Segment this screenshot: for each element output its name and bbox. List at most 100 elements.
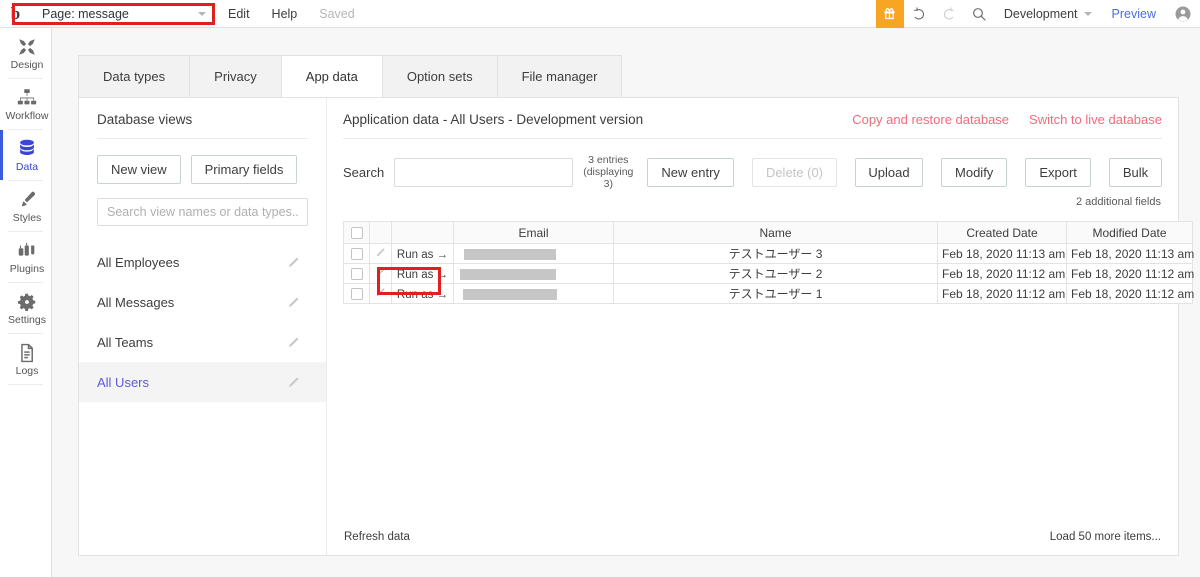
column-name[interactable]: Name [613,221,938,244]
run-as-cell[interactable]: Run as → [391,243,454,264]
views-list: All Employees All Messages All Teams All… [79,242,326,402]
view-item-all-teams[interactable]: All Teams [97,322,308,362]
row-checkbox[interactable] [350,288,363,301]
menu-item-edit[interactable]: Edit [228,7,250,21]
tab-option-sets[interactable]: Option sets [381,55,498,97]
divider [8,384,43,385]
tab-bar: Data types Privacy App data Option sets … [78,55,623,97]
undo-icon[interactable] [904,0,934,28]
rail-item-logs[interactable]: Logs [0,334,51,384]
tab-data-types[interactable]: Data types [78,55,191,97]
email-redaction-bar [464,248,556,260]
primary-fields-button[interactable]: Primary fields [190,155,298,184]
column-created-date[interactable]: Created Date [937,221,1067,244]
search-icon[interactable] [964,0,994,28]
additional-fields-label: 2 additional fields [1075,196,1161,208]
chevron-down-icon [1083,11,1092,16]
menu-item-help[interactable]: Help [272,7,298,21]
view-item-label: All Users [97,374,150,390]
rail-item-styles[interactable]: Styles [0,181,51,231]
column-email[interactable]: Email [453,221,614,244]
row-checkbox[interactable] [350,248,363,261]
rail-item-settings[interactable]: Settings [0,283,51,333]
rail-item-plugins[interactable]: Plugins [0,232,51,282]
environment-selector[interactable]: Development [994,7,1102,21]
modify-button[interactable]: Modify [941,157,1008,187]
delete-button: Delete (0) [751,157,838,187]
run-as-cell[interactable]: Run as → [391,263,454,284]
chevron-down-icon [198,11,206,16]
tab-file-manager[interactable]: File manager [496,55,623,97]
entries-count: 3 entries (displaying 3) [583,154,633,190]
pencil-icon [288,377,299,387]
main-area: Data types Privacy App data Option sets … [52,28,1200,577]
table-row: Run as → テストユーザー 3 Feb 18, 2020 11:13 am… [343,243,1194,264]
document-icon [21,343,33,362]
app-data-panel: Database views New view Primary fields A… [78,97,1194,556]
export-button[interactable]: Export [1025,157,1091,187]
search-label: Search [343,164,385,180]
view-item-all-messages[interactable]: All Messages [97,282,308,322]
name-cell: テストユーザー 2 [613,263,938,284]
view-item-label: All Messages [97,294,175,310]
column-modified-date[interactable]: Modified Date [1066,221,1193,244]
app-logo: b [10,3,20,23]
brush-icon [21,191,36,206]
row-checkbox[interactable] [350,268,363,281]
run-as-button[interactable]: Run as → [397,269,448,281]
pencil-icon [376,288,385,296]
upload-button[interactable]: Upload [855,157,924,187]
data-header: Application data - All Users - Developme… [327,98,1178,127]
page-selector[interactable]: Page: message [34,4,212,24]
database-icon [20,139,34,155]
view-item-label: All Teams [97,334,154,350]
rail-item-label: Logs [15,364,39,377]
user-avatar-icon[interactable] [1166,0,1200,28]
row-edit-cell[interactable] [369,263,392,284]
top-bar: b Page: message Edit Help Saved Developm… [0,0,1200,28]
view-item-all-employees[interactable]: All Employees [97,242,308,282]
select-all-checkbox[interactable] [350,227,363,240]
database-views-title: Database views [97,112,308,139]
views-search-input[interactable] [97,198,308,226]
load-more-link[interactable]: Load 50 more items... [1050,531,1161,543]
copy-restore-database-link[interactable]: Copy and restore database [852,112,1009,127]
row-checkbox-cell [343,243,370,264]
run-as-button[interactable]: Run as → [397,249,448,261]
rail-item-design[interactable]: Design [0,28,51,78]
rail-item-data[interactable]: Data [0,130,51,180]
views-button-row: New view Primary fields [97,155,308,184]
modified-date-cell: Feb 18, 2020 11:12 am [1066,283,1194,304]
run-as-button[interactable]: Run as → [397,289,448,301]
pencil-icon [288,297,299,307]
refresh-data-link[interactable]: Refresh data [344,531,410,543]
view-item-all-users[interactable]: All Users [79,362,326,402]
tab-app-data[interactable]: App data [280,55,383,97]
data-footer: Refresh data Load 50 more items... [327,531,1178,543]
preview-link[interactable]: Preview [1102,7,1166,21]
rail-item-workflow[interactable]: Workflow [0,79,51,129]
bulk-button[interactable]: Bulk [1108,157,1163,187]
pencil-icon [376,268,385,276]
data-search-input[interactable] [394,157,574,187]
gift-icon[interactable] [875,0,904,28]
rail-item-label: Styles [12,211,42,224]
created-date-cell: Feb 18, 2020 11:12 am [937,283,1067,304]
row-edit-cell[interactable] [369,243,392,264]
new-view-button[interactable]: New view [97,155,181,184]
row-edit-cell[interactable] [369,283,392,304]
design-icon [19,38,35,55]
column-select-all [343,221,370,244]
switch-live-database-link[interactable]: Switch to live database [1029,112,1162,127]
rail-item-label: Plugins [9,262,45,275]
tab-privacy[interactable]: Privacy [189,55,282,97]
redo-icon[interactable] [934,0,964,28]
email-redaction-bar [463,288,557,300]
new-entry-button[interactable]: New entry [647,157,734,187]
entries-displaying: (displaying 3) [583,166,634,190]
column-edit [369,221,392,244]
run-as-cell[interactable]: Run as → [391,283,454,304]
data-table: Email Name Created Date Modified Date Ru… [343,221,1194,304]
table-row: Run as → テストユーザー 2 Feb 18, 2020 11:12 am… [343,263,1194,284]
plugins-icon [18,242,35,256]
